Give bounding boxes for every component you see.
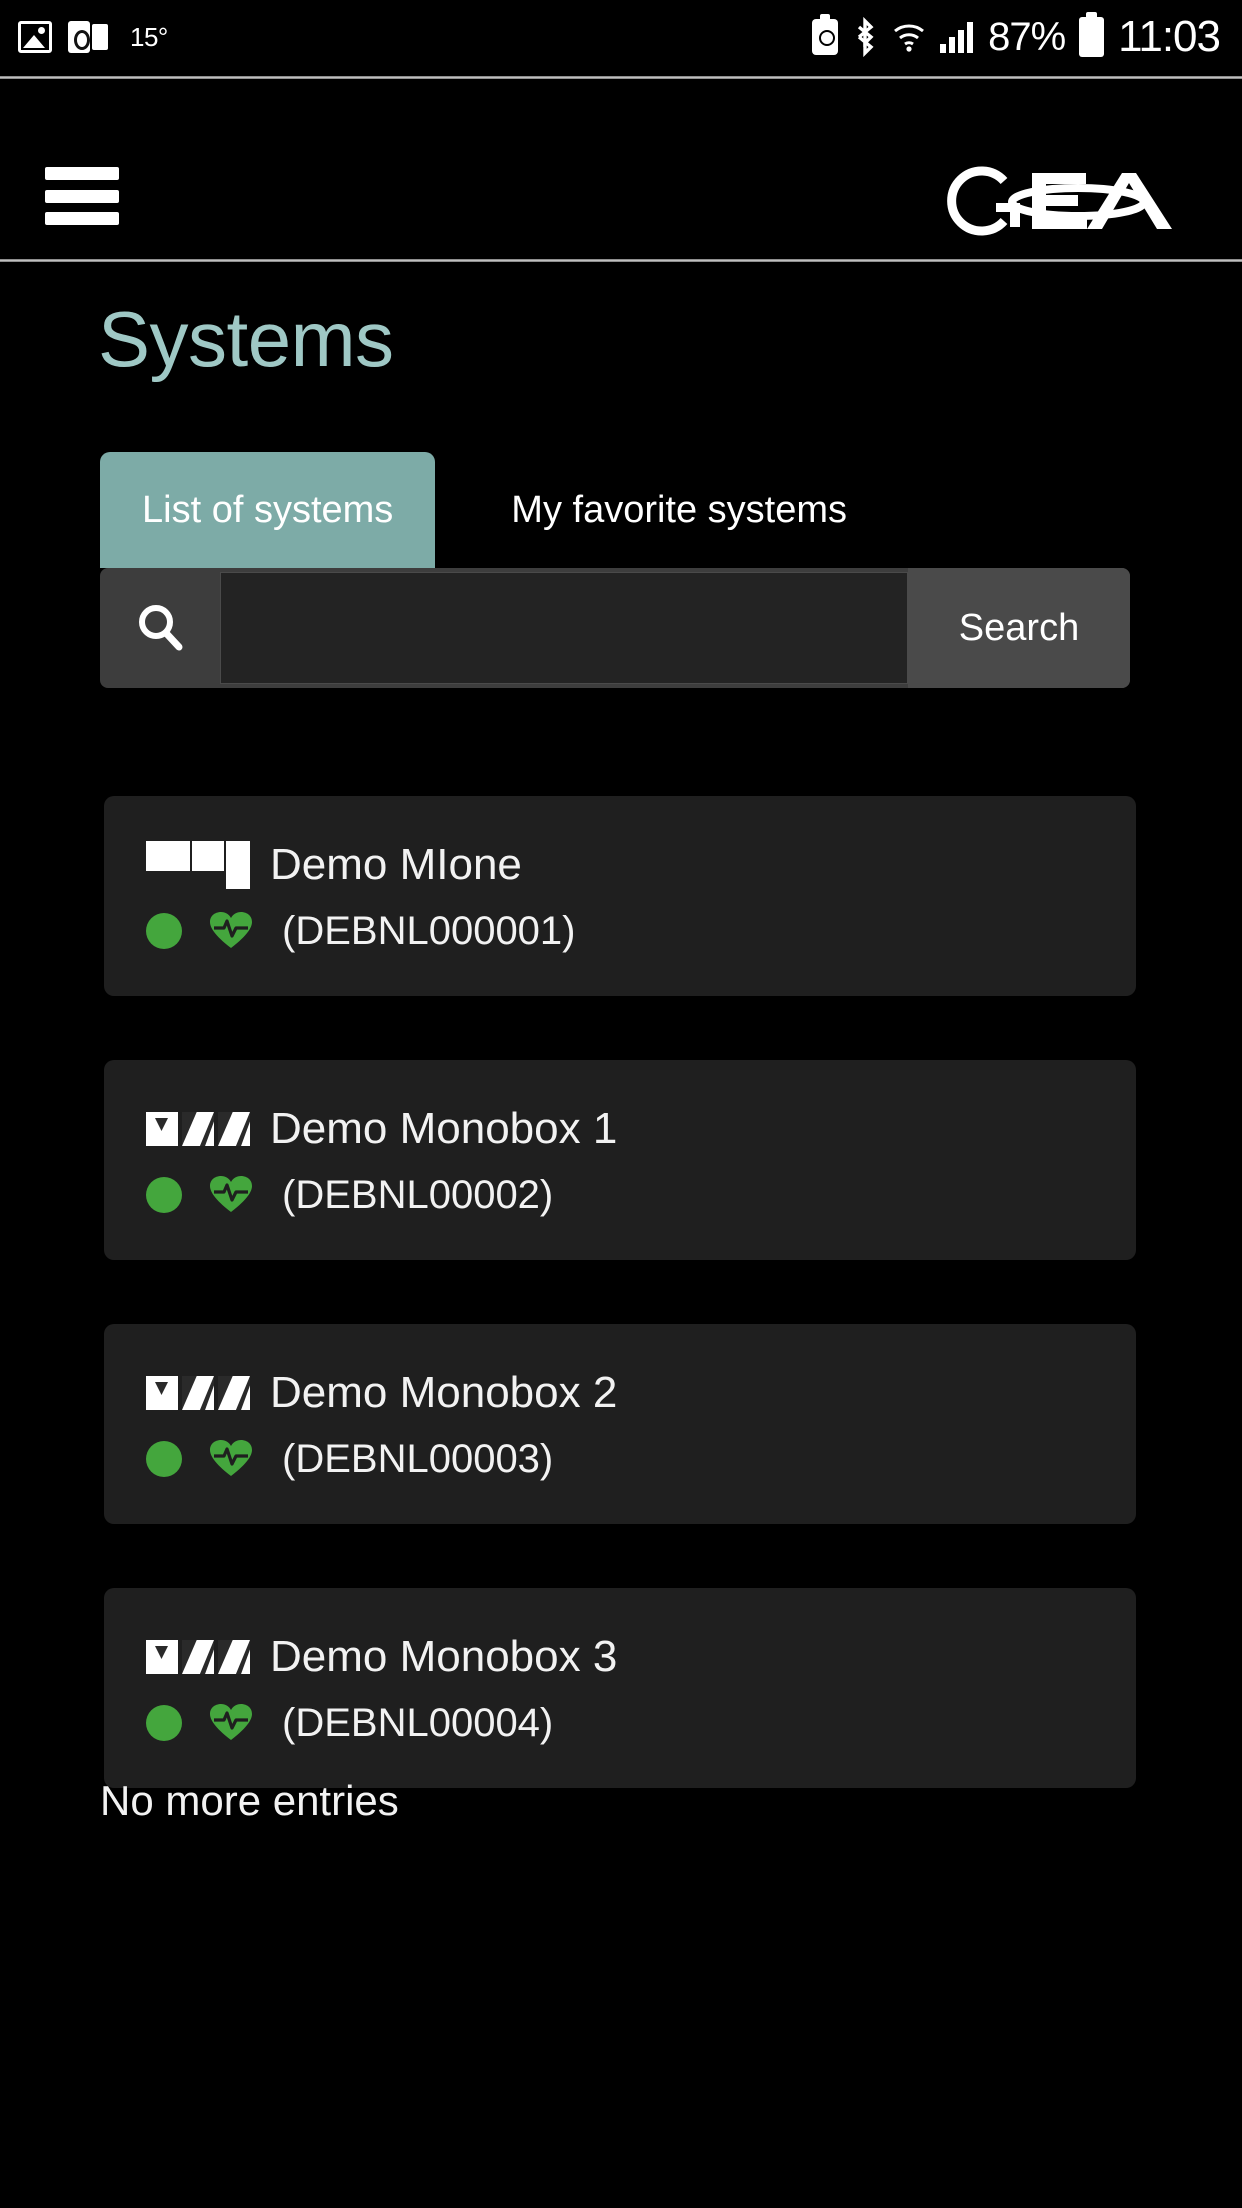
list-item[interactable]: Demo Monobox 2 (DEBNL00003) xyxy=(104,1324,1136,1524)
system-status-row: (DEBNL00002) xyxy=(104,1166,1136,1224)
system-name: Demo Monobox 3 xyxy=(270,1632,618,1681)
battery-icon xyxy=(1079,12,1105,57)
system-name: Demo Monobox 2 xyxy=(270,1368,618,1417)
status-bar-left: 15° xyxy=(0,21,168,53)
system-name-row: Demo Monobox 1 xyxy=(104,1098,1136,1160)
search-input[interactable] xyxy=(220,572,908,684)
status-bar-right: 87% 11:03 xyxy=(812,12,1242,62)
system-code: (DEBNL000001) xyxy=(282,909,576,953)
system-status-row: (DEBNL000001) xyxy=(104,902,1136,960)
status-badge xyxy=(146,1177,182,1213)
search-button[interactable]: Search xyxy=(908,568,1130,688)
mione-device-icon xyxy=(146,841,250,889)
wifi-icon xyxy=(892,21,926,53)
status-badge xyxy=(146,913,182,949)
search-bar: Search xyxy=(100,568,1130,688)
heartbeat-icon xyxy=(210,1704,252,1742)
system-code: (DEBNL00002) xyxy=(282,1173,554,1217)
search-icon[interactable] xyxy=(100,568,220,688)
heartbeat-icon xyxy=(210,912,252,950)
tab-my-favorite-systems[interactable]: My favorite systems xyxy=(469,452,889,568)
monobox-device-icon xyxy=(146,1112,250,1146)
signal-bars-icon xyxy=(940,21,974,53)
system-status-row: (DEBNL00004) xyxy=(104,1694,1136,1752)
heartbeat-icon xyxy=(210,1176,252,1214)
tab-my-favorite-systems-label: My favorite systems xyxy=(511,488,848,531)
hamburger-menu-icon[interactable] xyxy=(45,167,119,225)
tab-list-of-systems-label: List of systems xyxy=(142,488,394,531)
app-bar-divider xyxy=(0,259,1242,262)
photo-icon xyxy=(18,21,52,53)
status-badge xyxy=(146,1705,182,1741)
monobox-device-icon xyxy=(146,1640,250,1674)
outlook-icon xyxy=(68,21,108,53)
system-status-row: (DEBNL00003) xyxy=(104,1430,1136,1488)
clock-label: 11:03 xyxy=(1118,12,1221,61)
list-item[interactable]: Demo MIone (DEBNL000001) xyxy=(104,796,1136,996)
no-more-entries-label: No more entries xyxy=(100,1777,399,1824)
system-name-row: Demo MIone xyxy=(104,834,1136,896)
monobox-device-icon xyxy=(146,1376,250,1410)
heartbeat-icon xyxy=(210,1440,252,1478)
system-code: (DEBNL00004) xyxy=(282,1701,554,1745)
status-bar: 15° 87% 11:03 xyxy=(0,0,1242,74)
systems-list: Demo MIone (DEBNL000001) Demo Monobox 1 xyxy=(104,796,1136,1852)
bluetooth-icon xyxy=(852,17,878,57)
system-name: Demo Monobox 1 xyxy=(270,1104,618,1153)
app-bar xyxy=(0,79,1242,259)
system-name-row: Demo Monobox 3 xyxy=(104,1626,1136,1688)
temperature-label: 15° xyxy=(130,21,168,52)
page-title: Systems xyxy=(98,295,394,383)
system-name: Demo MIone xyxy=(270,840,522,889)
battery-saver-icon xyxy=(812,14,839,55)
list-item[interactable]: Demo Monobox 3 (DEBNL00004) xyxy=(104,1588,1136,1788)
list-item[interactable]: Demo Monobox 1 (DEBNL00002) xyxy=(104,1060,1136,1260)
tab-list-of-systems[interactable]: List of systems xyxy=(100,452,436,568)
system-name-row: Demo Monobox 2 xyxy=(104,1362,1136,1424)
gea-logo xyxy=(926,157,1186,245)
battery-percent-label: 87% xyxy=(988,14,1066,59)
system-code: (DEBNL00003) xyxy=(282,1437,554,1481)
tab-bar: List of systems My favorite systems xyxy=(100,452,889,568)
status-badge xyxy=(146,1441,182,1477)
